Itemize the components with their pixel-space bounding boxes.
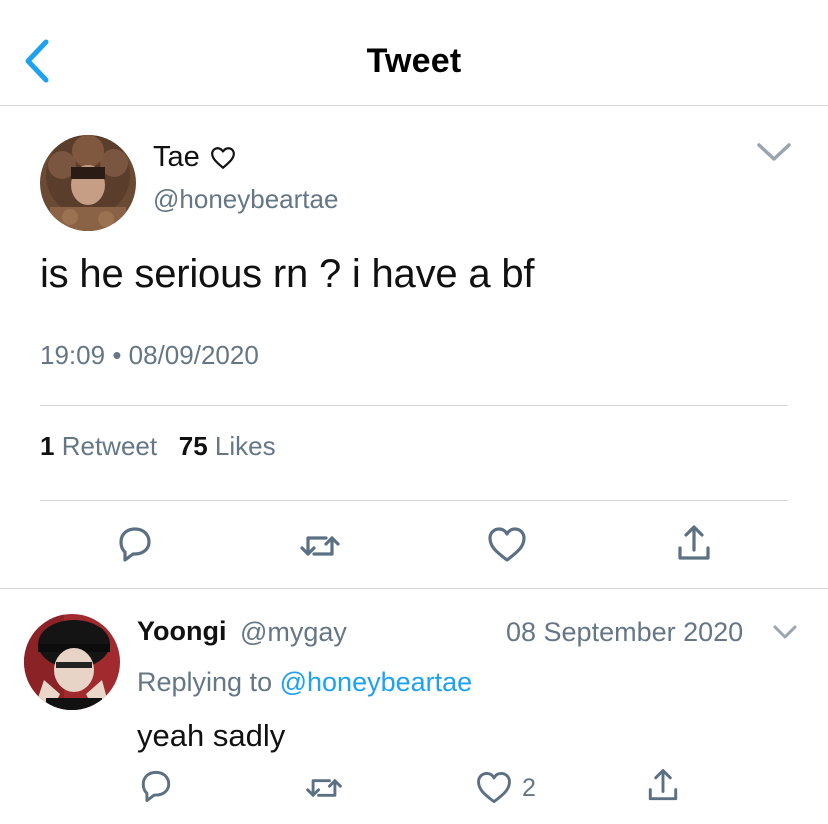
chevron-down-icon: [757, 143, 791, 161]
reply-date: 08 September 2020: [506, 617, 744, 647]
reply-icon: [141, 770, 171, 802]
page-title: Tweet: [366, 42, 462, 80]
reply-author-handle[interactable]: @mygay: [240, 617, 347, 648]
top-bar: Tweet: [0, 0, 828, 106]
replying-prefix: Replying to: [137, 667, 273, 697]
reply-like-count: 2: [522, 774, 536, 802]
chevron-down-icon: [773, 625, 797, 639]
heart-outline-icon: [210, 146, 235, 169]
tweet-stats: 1 Retweet 75 Likes: [40, 431, 276, 462]
retweets-stat[interactable]: 1 Retweet: [40, 431, 157, 461]
avatar[interactable]: [24, 614, 120, 710]
reply-text: yeah sadly: [137, 718, 286, 753]
divider: [40, 405, 788, 406]
likes-label: Likes: [214, 431, 276, 461]
retweet-button[interactable]: [304, 768, 348, 812]
share-button[interactable]: [643, 766, 687, 810]
like-icon: [488, 527, 526, 562]
avatar[interactable]: [40, 135, 136, 231]
retweets-label: Retweet: [61, 431, 158, 461]
retweet-icon: [306, 779, 342, 797]
share-button[interactable]: [672, 522, 716, 566]
reply-button[interactable]: [113, 522, 157, 566]
like-button[interactable]: [474, 768, 518, 812]
avatar-image: [40, 135, 136, 231]
retweets-count: 1: [40, 431, 55, 461]
tweet-options-button[interactable]: [756, 140, 792, 164]
replying-to-link[interactable]: @honeybeartae: [280, 667, 473, 697]
divider: [40, 500, 788, 501]
like-button[interactable]: [485, 523, 529, 567]
tweet-time: 19:09: [40, 340, 106, 370]
like-icon: [477, 772, 511, 804]
tweet-date: 08/09/2020: [128, 340, 259, 370]
tweet-text: is he serious rn ? i have a bf: [40, 252, 535, 296]
author-name[interactable]: Tae: [153, 141, 236, 174]
reply-icon: [119, 527, 151, 562]
replying-to: Replying to @honeybeartae: [137, 667, 472, 698]
share-icon: [678, 525, 710, 560]
author-handle[interactable]: @honeybeartae: [153, 184, 338, 215]
avatar-image: [24, 614, 120, 710]
reply-author-name[interactable]: Yoongi: [137, 616, 226, 647]
retweet-icon: [300, 536, 340, 556]
likes-count: 75: [178, 431, 208, 461]
meta-separator: •: [112, 340, 122, 370]
author-name-text: Tae: [153, 141, 200, 173]
reply-button[interactable]: [136, 766, 180, 810]
retweet-button[interactable]: [298, 524, 342, 568]
reply-options-button[interactable]: [772, 623, 798, 641]
likes-stat[interactable]: 75 Likes: [179, 431, 276, 461]
share-icon: [648, 769, 678, 801]
tweet-timestamp: 19:09 • 08/09/2020: [40, 340, 259, 371]
